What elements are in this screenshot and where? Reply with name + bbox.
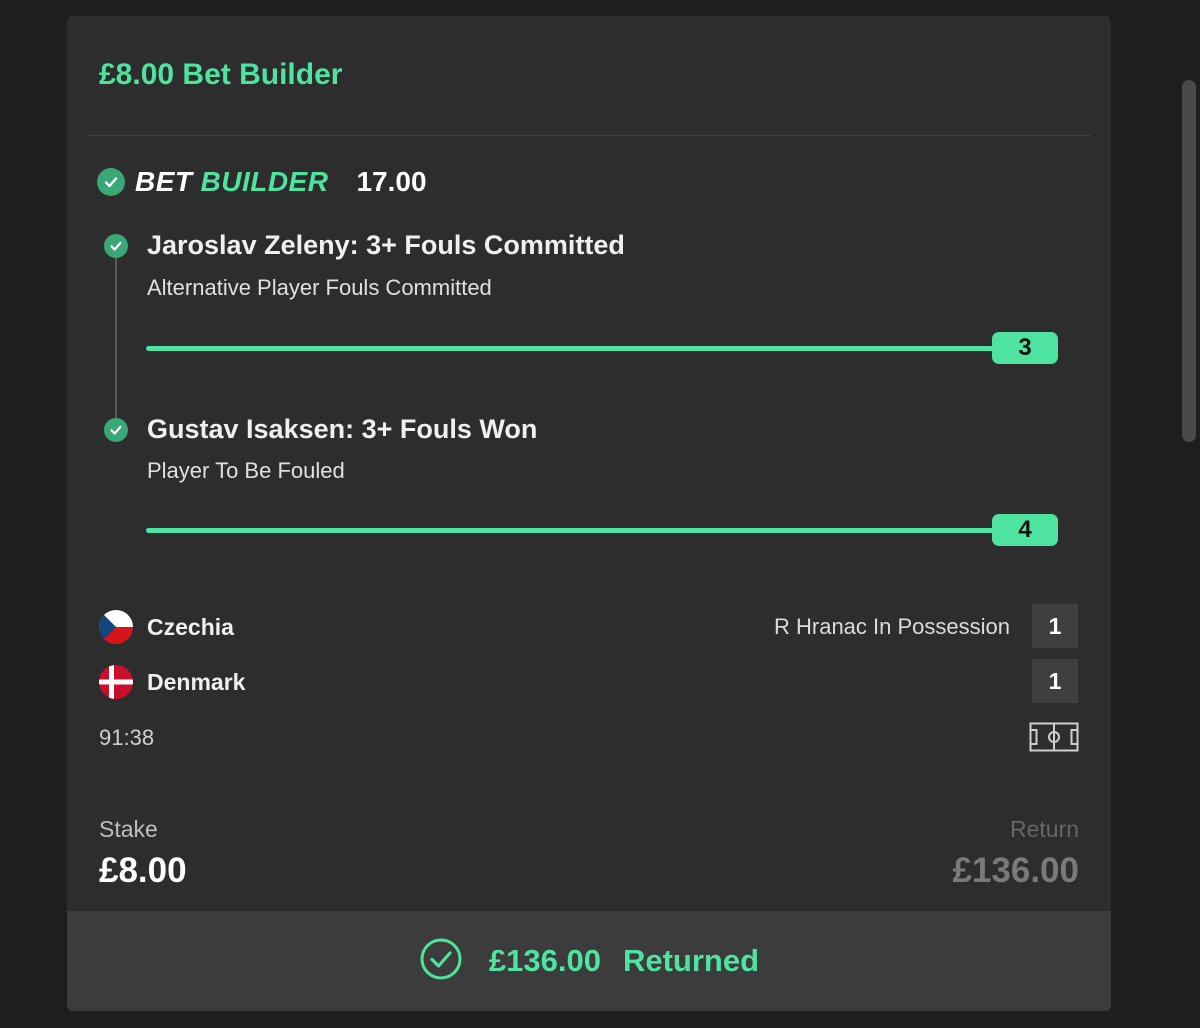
selection-check-icon [104, 418, 128, 442]
team-home-name: Czechia [147, 613, 234, 640]
bet-builder-label-builder: BUILDER [200, 166, 329, 197]
denmark-flag-icon [99, 665, 133, 699]
returned-banner: £136.00 Returned [67, 911, 1111, 1011]
return-label: Return [1009, 816, 1079, 842]
returned-check-icon [419, 937, 463, 986]
returned-label: Returned [622, 943, 760, 978]
bet-card: £8.00 Bet Builder BET BUILDER 17.00 Jaro… [67, 16, 1111, 1011]
away-score: 1 [1032, 659, 1078, 703]
stake-label: Stake [99, 816, 158, 842]
selection-market: Alternative Player Fouls Committed [147, 275, 492, 300]
match-clock: 91:38 [99, 725, 155, 750]
selection-progress-badge: 3 [992, 332, 1058, 364]
bet-odds: 17.00 [356, 166, 427, 197]
bet-builder-header: BET BUILDER 17.00 [97, 166, 427, 198]
selection-title: Gustav Isaksen: 3+ Fouls Won [147, 414, 538, 444]
returned-amount: £136.00 [488, 943, 601, 978]
pitch-icon[interactable] [1029, 722, 1079, 757]
team-home: Czechia [99, 610, 234, 644]
divider [87, 135, 1091, 136]
selection-title: Jaroslav Zeleny: 3+ Fouls Committed [147, 230, 625, 260]
stake-value: £8.00 [99, 851, 187, 890]
selection-progress-track [146, 346, 994, 351]
match-status: R Hranac In Possession [774, 614, 1010, 639]
selection-check-icon [104, 234, 128, 258]
return-value: £136.00 [952, 851, 1079, 890]
scrollbar-thumb[interactable] [1182, 80, 1196, 442]
bet-title[interactable]: £8.00 Bet Builder [99, 58, 342, 92]
selection-progress-track [146, 528, 994, 533]
check-circle-icon [97, 168, 125, 196]
team-away-name: Denmark [147, 668, 246, 695]
selection-market: Player To Be Fouled [147, 458, 345, 483]
selection-progress-badge: 4 [992, 514, 1058, 546]
timeline-line [115, 246, 117, 432]
bet-builder-label-bet: BET [135, 166, 193, 197]
team-away: Denmark [99, 665, 245, 699]
home-score: 1 [1032, 604, 1078, 648]
czech-flag-icon [99, 610, 133, 644]
